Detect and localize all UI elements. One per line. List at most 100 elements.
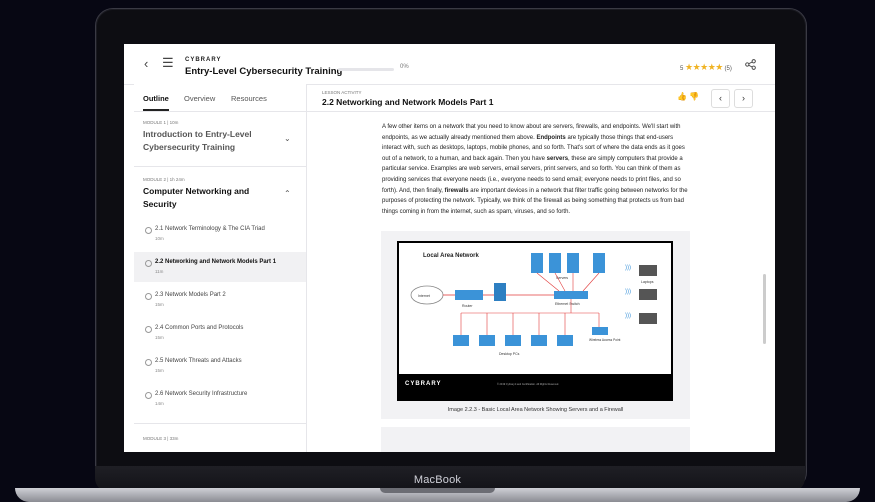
chevron-down-icon[interactable]: ⌄ <box>284 134 291 143</box>
lesson-duration: 15m <box>155 335 164 340</box>
thumbs-up-icon[interactable]: 👍 <box>677 92 687 101</box>
device-brand: MacBook <box>413 474 462 486</box>
lesson-title: 2.5 Network Threats and Attacks <box>155 358 242 364</box>
lan-diagram: Local Area Network Internet Router Serve… <box>397 241 673 401</box>
server-icon <box>531 253 543 273</box>
lesson-item[interactable]: 2.1 Network Terminology & The CIA Triad … <box>134 219 306 249</box>
rating[interactable]: 5 ★★★★★ (5) <box>680 62 732 73</box>
lesson-title: 2.2 Networking and Network Models Part 1 <box>155 259 277 265</box>
label-router: Router <box>462 304 473 308</box>
lesson-item[interactable]: 2.3 Network Models Part 2 15m <box>134 285 306 315</box>
sidebar-tabs: Outline Overview Resources <box>134 84 306 112</box>
lesson-status-icon <box>145 293 152 300</box>
label-ethernet-switch: Ethernet Switch <box>555 302 580 306</box>
diagram-copyright: © 2019 Cybrary.it and Certification. All… <box>497 383 559 386</box>
scrollbar[interactable] <box>763 274 766 344</box>
desktop-pc-icon <box>557 335 573 346</box>
label-wap: Wireless Access Point <box>589 338 620 342</box>
desktop-pc-icon <box>453 335 469 346</box>
lesson-status-icon <box>145 392 152 399</box>
lesson-paragraph: A few other items on a network that you … <box>382 122 692 217</box>
module-meta: MODULE 1 | 10m <box>143 120 179 125</box>
network-diagram-svg: Local Area Network Internet Router Serve… <box>410 253 657 356</box>
next-lesson-button[interactable]: › <box>734 89 753 108</box>
figure: Local Area Network Internet Router Serve… <box>381 231 690 419</box>
wifi-icon: ))) <box>625 313 631 319</box>
label-internet: Internet <box>418 294 430 298</box>
lesson-duration: 14m <box>155 401 164 406</box>
term-firewalls: firewalls <box>444 187 469 194</box>
lesson-title: 2.2 Networking and Network Models Part 1 <box>322 97 494 107</box>
label-laptops: Laptops <box>641 280 654 284</box>
lesson-title: 2.6 Network Security Infrastructure <box>155 391 248 397</box>
laptop-icon <box>639 313 657 324</box>
progress-percent: 0% <box>400 64 409 70</box>
desktop-pc-icon <box>531 335 547 346</box>
desktop-pc-icon <box>479 335 495 346</box>
thumbs-down-icon[interactable]: 👎 <box>689 92 699 101</box>
menu-icon[interactable]: ☰ <box>162 55 174 71</box>
lesson-title: 2.1 Network Terminology & The CIA Triad <box>155 226 265 232</box>
lesson-duration: 10m <box>155 236 164 241</box>
rating-value: 5 <box>680 66 684 72</box>
ethernet-switch-icon <box>554 291 588 299</box>
lesson-status-icon <box>145 227 152 234</box>
router-icon <box>455 290 483 300</box>
logo: CYBRARY <box>185 57 222 63</box>
lesson-status-icon <box>145 260 152 267</box>
term-servers: servers <box>546 155 569 162</box>
lesson-item[interactable]: 2.5 Network Threats and Attacks 15m <box>134 351 306 381</box>
module-2[interactable]: MODULE 2 | 1h 24m Computer Networking an… <box>134 167 306 424</box>
module-title: Introduction to Entry-Level Cybersecurit… <box>143 129 252 152</box>
desktop-pc-icon <box>505 335 521 346</box>
firewall-icon <box>494 283 506 301</box>
app-screen: ‹ ☰ CYBRARY Entry-Level Cybersecurity Tr… <box>124 44 775 452</box>
laptop-icon <box>639 289 657 300</box>
course-title: Entry-Level Cybersecurity Training <box>185 66 343 77</box>
share-icon[interactable] <box>745 59 756 70</box>
module-meta: MODULE 3 | 33m <box>143 436 179 441</box>
lesson-item[interactable]: 2.6 Network Security Infrastructure 14m <box>134 384 306 414</box>
lesson-title: 2.4 Common Ports and Protocols <box>155 325 244 331</box>
lesson-status-icon <box>145 326 152 333</box>
module-title: Computer Networking and Security <box>143 186 250 209</box>
module-3[interactable]: MODULE 3 | 33m <box>134 424 306 452</box>
top-bar: ‹ ☰ CYBRARY Entry-Level Cybersecurity Tr… <box>124 44 775 85</box>
tab-resources[interactable]: Resources <box>231 94 267 103</box>
term-endpoints: Endpoints <box>536 134 566 141</box>
server-icon <box>593 253 605 273</box>
wifi-icon: ))) <box>625 289 631 295</box>
server-icon <box>567 253 579 273</box>
label-desktop-pcs: Desktop PCs <box>499 352 520 356</box>
figure-caption: Image 2.2.3 - Basic Local Area Network S… <box>447 407 624 413</box>
laptop-notch <box>380 488 495 493</box>
lesson-item[interactable]: 2.4 Common Ports and Protocols 15m <box>134 318 306 348</box>
lesson-title: 2.3 Network Models Part 2 <box>155 292 226 298</box>
star-icons: ★★★★★ <box>685 62 723 72</box>
back-chevron-icon[interactable]: ‹ <box>144 56 148 71</box>
wifi-icon: ))) <box>625 265 631 271</box>
laptop-icon <box>639 265 657 276</box>
lesson-content: LESSON ACTIVITY 2.2 Networking and Netwo… <box>307 84 775 452</box>
progress-bar <box>338 68 394 71</box>
module-meta: MODULE 2 | 1h 24m <box>143 177 185 182</box>
course-outline-sidebar: Outline Overview Resources MODULE 1 | 10… <box>134 84 307 452</box>
lesson-kicker: LESSON ACTIVITY <box>322 90 362 95</box>
lesson-header: LESSON ACTIVITY 2.2 Networking and Netwo… <box>307 84 775 112</box>
tab-overview[interactable]: Overview <box>184 94 215 103</box>
rating-count: (5) <box>724 66 732 72</box>
diagram-title: Local Area Network <box>423 253 479 259</box>
lesson-duration: 15m <box>155 302 164 307</box>
server-icon <box>549 253 561 273</box>
chevron-up-icon[interactable]: ⌃ <box>284 189 291 198</box>
lesson-duration: 11m <box>155 269 164 274</box>
tab-outline[interactable]: Outline <box>143 94 169 103</box>
lesson-item-active[interactable]: 2.2 Networking and Network Models Part 1… <box>134 252 306 282</box>
diagram-footer-logo: CYBRARY <box>405 381 442 387</box>
module-1[interactable]: MODULE 1 | 10m Introduction to Entry-Lev… <box>134 112 306 167</box>
next-content-block <box>381 427 690 452</box>
previous-lesson-button[interactable]: ‹ <box>711 89 730 108</box>
active-tab-indicator <box>143 109 169 111</box>
wireless-access-point-icon <box>592 327 608 335</box>
lesson-status-icon <box>145 359 152 366</box>
